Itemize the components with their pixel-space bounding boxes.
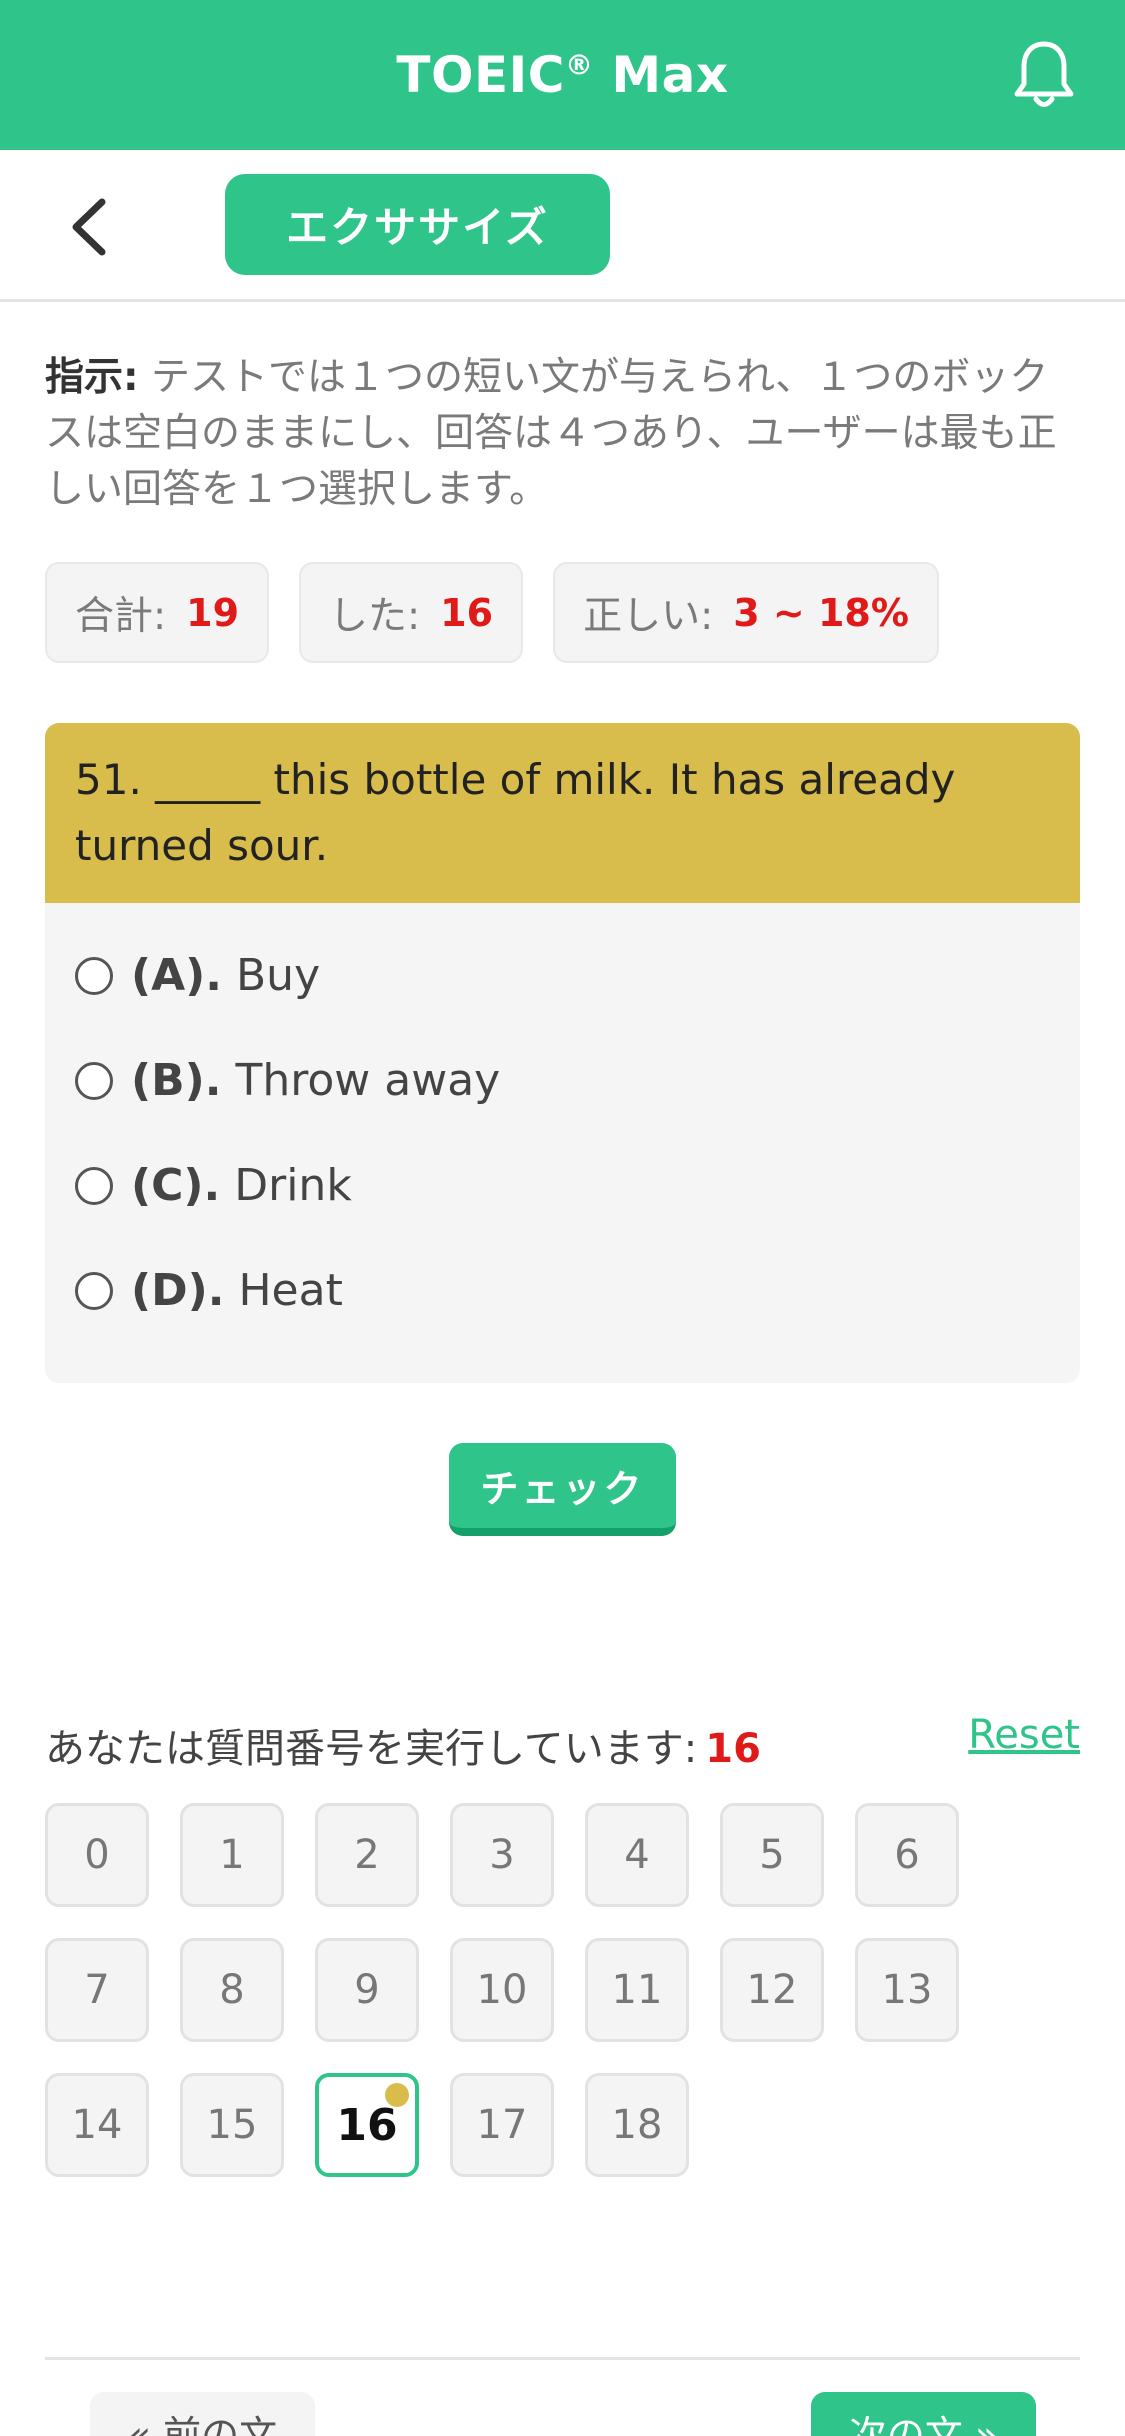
question-number-cell[interactable]: 14	[45, 2073, 149, 2177]
question-number-cell[interactable]: 9	[315, 1938, 419, 2042]
check-button[interactable]: チェック	[449, 1443, 676, 1536]
radio-button[interactable]	[75, 1166, 113, 1205]
chevron-left-icon[interactable]	[66, 196, 114, 258]
question-number-cell[interactable]: 3	[450, 1803, 554, 1907]
question-number-grid: 0 1 2 3 4 5 6 7 8 9 10 11 12 13 14 15 16 17 18	[45, 1803, 1045, 2208]
stat-done: した: 16	[299, 562, 524, 663]
sub-navigation-bar: エクササイズ	[0, 150, 1125, 302]
reset-link[interactable]: Reset	[968, 1712, 1080, 1758]
question-card: 51. _____ this bottle of milk. It has al…	[45, 723, 1080, 1383]
option-c[interactable]: (C). Drink	[45, 1133, 1080, 1238]
question-number-cell[interactable]: 2	[315, 1803, 419, 1907]
question-number-cell[interactable]: 12	[720, 1938, 824, 2042]
instructions: 指示: テストでは１つの短い文が与えられ、１つのボックスは空白のままにし、回答は…	[45, 350, 1085, 518]
question-number-cell[interactable]: 16	[315, 2073, 419, 2177]
question-number-cell[interactable]: 13	[855, 1938, 959, 2042]
instructions-text: テストでは１つの短い文が与えられ、１つのボックスは空白のままにし、回答は４つあり…	[45, 355, 1057, 512]
question-number-cell[interactable]: 6	[855, 1803, 959, 1907]
question-number-cell[interactable]: 8	[180, 1938, 284, 2042]
question-number-cell[interactable]: 0	[45, 1803, 149, 1907]
option-d[interactable]: (D). Heat	[45, 1238, 1080, 1343]
bell-icon[interactable]	[1011, 38, 1077, 112]
instructions-label: 指示:	[45, 355, 139, 400]
answer-options: (A). Buy (B). Throw away (C). Drink (D).…	[45, 903, 1080, 1343]
stat-correct: 正しい: 3 ~ 18%	[553, 562, 939, 663]
question-text: 51. _____ this bottle of milk. It has al…	[45, 723, 1080, 903]
option-b[interactable]: (B). Throw away	[45, 1028, 1080, 1133]
question-number-cell[interactable]: 7	[45, 1938, 149, 2042]
stat-total: 合計: 19	[45, 562, 270, 663]
question-number-cell[interactable]: 11	[585, 1938, 689, 2042]
radio-button[interactable]	[75, 1271, 113, 1310]
stat-done-value: 16	[440, 590, 494, 635]
next-sentence-button[interactable]: 次の文 »	[811, 2392, 1036, 2436]
question-number-cell[interactable]: 1	[180, 1803, 284, 1907]
question-number-cell[interactable]: 5	[720, 1803, 824, 1907]
prev-sentence-button[interactable]: « 前の文	[90, 2392, 315, 2436]
stat-total-value: 19	[186, 590, 240, 635]
app-title: TOEIC® Max	[396, 46, 729, 104]
current-question-indicator: あなたは質問番号を実行しています: 16	[45, 1726, 761, 1772]
current-question-number: 16	[705, 1726, 761, 1772]
radio-button[interactable]	[75, 1061, 113, 1100]
question-number-cell[interactable]: 4	[585, 1803, 689, 1907]
app-header: TOEIC® Max	[0, 0, 1125, 150]
question-number-cell[interactable]: 18	[585, 2073, 689, 2177]
stat-correct-value: 3 ~ 18%	[733, 590, 909, 635]
radio-button[interactable]	[75, 956, 113, 995]
option-a[interactable]: (A). Buy	[45, 923, 1080, 1028]
question-number-cell[interactable]: 17	[450, 2073, 554, 2177]
question-number-cell[interactable]: 10	[450, 1938, 554, 2042]
question-number-cell[interactable]: 15	[180, 2073, 284, 2177]
divider	[45, 2357, 1080, 2360]
stats-row: 合計: 19 した: 16 正しい: 3 ~ 18%	[45, 562, 969, 663]
tab-exercise[interactable]: エクササイズ	[225, 174, 610, 275]
